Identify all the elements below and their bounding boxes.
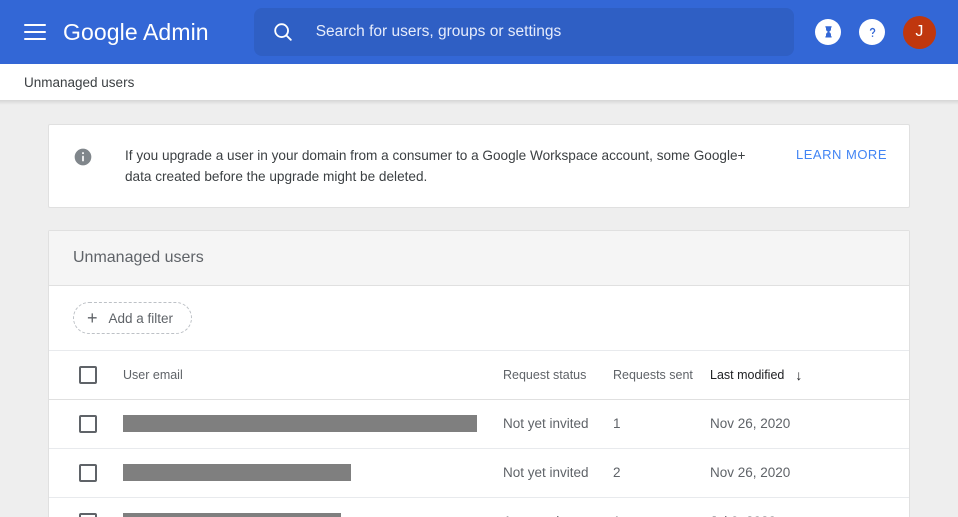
info-icon bbox=[73, 147, 93, 167]
cell-requests-sent: 1 bbox=[613, 399, 710, 448]
cell-last-modified: Nov 26, 2020 bbox=[710, 448, 909, 497]
learn-more-link[interactable]: LEARN MORE bbox=[772, 147, 887, 162]
cell-user-email bbox=[113, 399, 503, 448]
question-mark-glyph bbox=[864, 24, 881, 41]
cell-requests-sent: 2 bbox=[613, 448, 710, 497]
plus-icon: + bbox=[87, 309, 98, 327]
redacted-email-bar bbox=[123, 513, 341, 517]
page-content: If you upgrade a user in your domain fro… bbox=[0, 100, 958, 517]
row-checkbox[interactable] bbox=[79, 415, 97, 433]
cell-request-status: Not yet invited bbox=[503, 448, 613, 497]
unmanaged-users-card: Unmanaged users + Add a filter User emai… bbox=[48, 230, 910, 517]
cell-request-status: Not yet invited bbox=[503, 399, 613, 448]
page-title: Unmanaged users bbox=[73, 249, 885, 267]
unmanaged-users-table: User email Request status Requests sent … bbox=[49, 351, 909, 517]
row-select-cell bbox=[49, 497, 113, 517]
cell-user-email bbox=[113, 448, 503, 497]
column-header-requests-sent[interactable]: Requests sent bbox=[613, 351, 710, 399]
table-row[interactable]: Not yet invited2Nov 26, 2020 bbox=[49, 448, 909, 497]
filter-bar: + Add a filter bbox=[49, 286, 909, 351]
hourglass-glyph bbox=[821, 25, 836, 40]
breadcrumb-item-unmanaged-users[interactable]: Unmanaged users bbox=[24, 75, 134, 90]
cell-user-email bbox=[113, 497, 503, 517]
table-row[interactable]: Accepted1Jul 9, 2020 bbox=[49, 497, 909, 517]
row-select-cell bbox=[49, 448, 113, 497]
arrow-down-icon: ↓ bbox=[795, 368, 802, 382]
select-all-cell bbox=[49, 351, 113, 399]
help-question-icon[interactable] bbox=[859, 19, 885, 45]
hamburger-line bbox=[24, 24, 46, 26]
hamburger-line bbox=[24, 38, 46, 40]
cell-requests-sent: 1 bbox=[613, 497, 710, 517]
breadcrumb: Unmanaged users bbox=[0, 64, 958, 100]
row-checkbox[interactable] bbox=[79, 513, 97, 517]
table-row[interactable]: Not yet invited1Nov 26, 2020 bbox=[49, 399, 909, 448]
row-select-cell bbox=[49, 399, 113, 448]
cell-request-status: Accepted bbox=[503, 497, 613, 517]
hourglass-icon[interactable] bbox=[815, 19, 841, 45]
avatar[interactable]: J bbox=[903, 16, 936, 49]
add-filter-button[interactable]: + Add a filter bbox=[73, 302, 192, 334]
select-all-checkbox[interactable] bbox=[79, 366, 97, 384]
top-app-bar: Google Admin J bbox=[0, 0, 958, 64]
global-search-box[interactable] bbox=[254, 8, 794, 56]
cell-last-modified: Nov 26, 2020 bbox=[710, 399, 909, 448]
column-header-request-status[interactable]: Request status bbox=[503, 351, 613, 399]
info-banner-text: If you upgrade a user in your domain fro… bbox=[125, 145, 772, 187]
info-banner: If you upgrade a user in your domain fro… bbox=[48, 124, 910, 208]
hamburger-line bbox=[24, 31, 46, 33]
hamburger-menu-icon[interactable] bbox=[18, 15, 52, 49]
last-modified-label: Last modified bbox=[710, 368, 784, 382]
table-body: Not yet invited1Nov 26, 2020Not yet invi… bbox=[49, 399, 909, 517]
column-header-user-email[interactable]: User email bbox=[113, 351, 503, 399]
column-header-last-modified[interactable]: Last modified ↓ bbox=[710, 351, 909, 399]
appbar-actions: J bbox=[815, 16, 942, 49]
add-filter-label: Add a filter bbox=[109, 311, 174, 326]
table-header: User email Request status Requests sent … bbox=[49, 351, 909, 399]
row-checkbox[interactable] bbox=[79, 464, 97, 482]
search-input[interactable] bbox=[314, 8, 776, 56]
cell-last-modified: Jul 9, 2020 bbox=[710, 497, 909, 517]
search-icon bbox=[272, 21, 294, 43]
redacted-email-bar bbox=[123, 415, 477, 432]
table-header-row: User email Request status Requests sent … bbox=[49, 351, 909, 399]
card-header: Unmanaged users bbox=[49, 231, 909, 286]
redacted-email-bar bbox=[123, 464, 351, 481]
app-title[interactable]: Google Admin bbox=[63, 19, 209, 46]
